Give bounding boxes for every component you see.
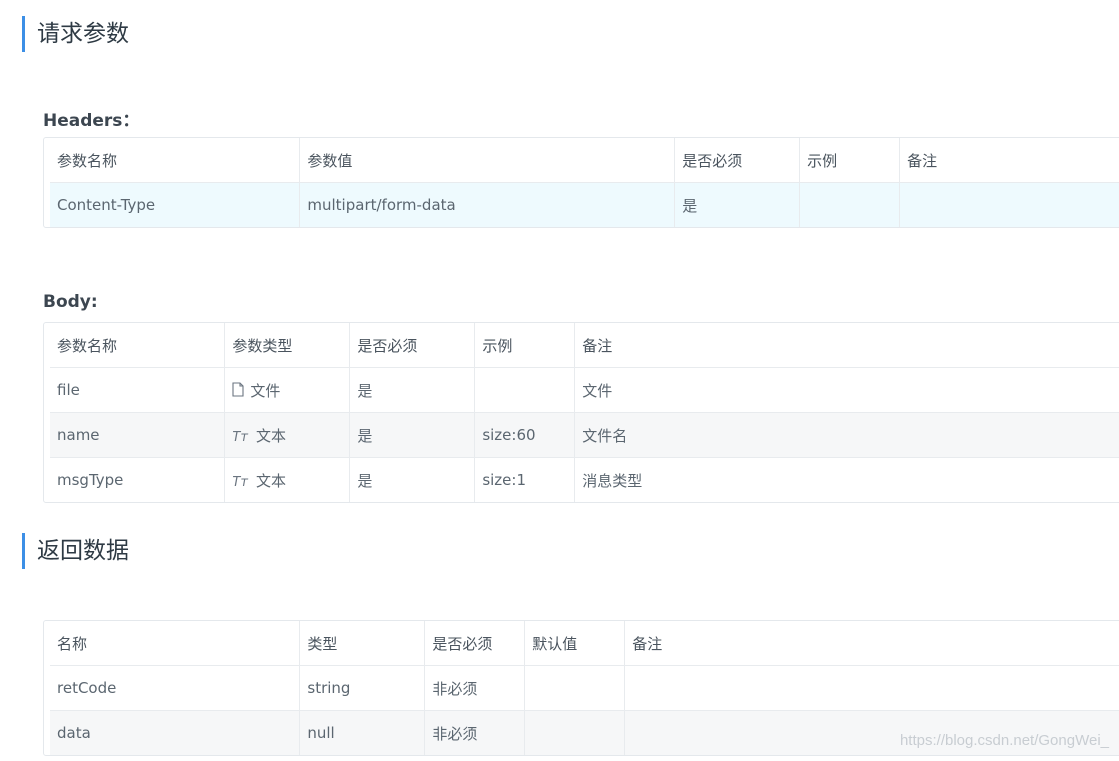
table-cell — [474, 367, 576, 413]
table-row[interactable]: Content-Type multipart/form-data 是 — [50, 182, 1119, 227]
body-table-header-row: 参数名称 参数类型 是否必须 示例 备注 — [50, 323, 1119, 368]
column-header: 示例 — [799, 138, 901, 183]
column-header: 类型 — [299, 621, 426, 666]
type-label: 文本 — [255, 471, 286, 490]
table-cell-type: Tт 文本 — [224, 457, 351, 502]
table-cell: 消息类型 — [574, 457, 1119, 502]
column-header: 备注 — [899, 138, 1119, 183]
table-cell-type: Tт 文本 — [224, 412, 351, 458]
table-cell: name — [50, 412, 226, 458]
watermark: https://blog.csdn.net/GongWei_ — [899, 732, 1109, 749]
column-header: 备注 — [574, 323, 1119, 368]
table-row[interactable]: name Tт 文本 是 size:60 文件名 — [50, 412, 1119, 458]
table-cell: data — [50, 710, 301, 755]
type-label: 文件 — [250, 381, 281, 400]
table-cell: msgType — [50, 457, 226, 502]
file-icon — [232, 381, 244, 401]
response-table-header-row: 名称 类型 是否必须 默认值 备注 — [50, 621, 1119, 666]
table-cell: Content-Type — [50, 182, 301, 227]
table-cell-type: 文件 — [224, 367, 351, 413]
table-cell: 是 — [349, 457, 476, 502]
table-cell: multipart/form-data — [299, 182, 676, 227]
text-type-icon: Tт — [232, 474, 248, 490]
column-header: 备注 — [624, 621, 1119, 666]
table-cell: 非必须 — [424, 710, 526, 755]
column-header: 是否必须 — [349, 323, 476, 368]
table-cell — [524, 710, 626, 755]
table-cell: file — [50, 367, 226, 413]
table-cell: 是 — [674, 182, 801, 227]
table-cell: string — [299, 665, 426, 711]
type-label: 文本 — [255, 426, 286, 445]
table-cell: size:60 — [474, 412, 576, 458]
column-header: 参数值 — [299, 138, 676, 183]
table-cell: size:1 — [474, 457, 576, 502]
column-header: 参数类型 — [224, 323, 351, 368]
body-label: Body: — [43, 292, 98, 312]
table-cell: 文件名 — [574, 412, 1119, 458]
section-title-request-params: 请求参数 — [22, 16, 129, 52]
column-header: 示例 — [474, 323, 576, 368]
table-cell: retCode — [50, 665, 301, 711]
table-cell — [799, 182, 901, 227]
column-header: 默认值 — [524, 621, 626, 666]
table-row[interactable]: retCode string 非必须 — [50, 665, 1119, 711]
headers-label: Headers： — [43, 111, 140, 131]
headers-table: 参数名称 参数值 是否必须 示例 备注 Content-Type multipa… — [43, 137, 1119, 228]
column-header: 是否必须 — [424, 621, 526, 666]
column-header: 参数名称 — [50, 138, 301, 183]
table-cell: 非必须 — [424, 665, 526, 711]
table-row[interactable]: msgType Tт 文本 是 size:1 消息类型 — [50, 457, 1119, 502]
table-cell: 是 — [349, 367, 476, 413]
table-cell — [524, 665, 626, 711]
column-header: 名称 — [50, 621, 301, 666]
table-row[interactable]: file 文件 是 文件 — [50, 367, 1119, 413]
table-cell — [624, 665, 1119, 711]
headers-table-header-row: 参数名称 参数值 是否必须 示例 备注 — [50, 138, 1119, 183]
table-cell: null — [299, 710, 426, 755]
column-header: 参数名称 — [50, 323, 226, 368]
table-cell: 文件 — [574, 367, 1119, 413]
table-cell: 是 — [349, 412, 476, 458]
section-title-response-data: 返回数据 — [22, 533, 129, 569]
column-header: 是否必须 — [674, 138, 801, 183]
table-cell — [899, 182, 1119, 227]
body-table: 参数名称 参数类型 是否必须 示例 备注 file 文件 是 文件 name T… — [43, 322, 1119, 503]
text-type-icon: Tт — [232, 429, 248, 445]
